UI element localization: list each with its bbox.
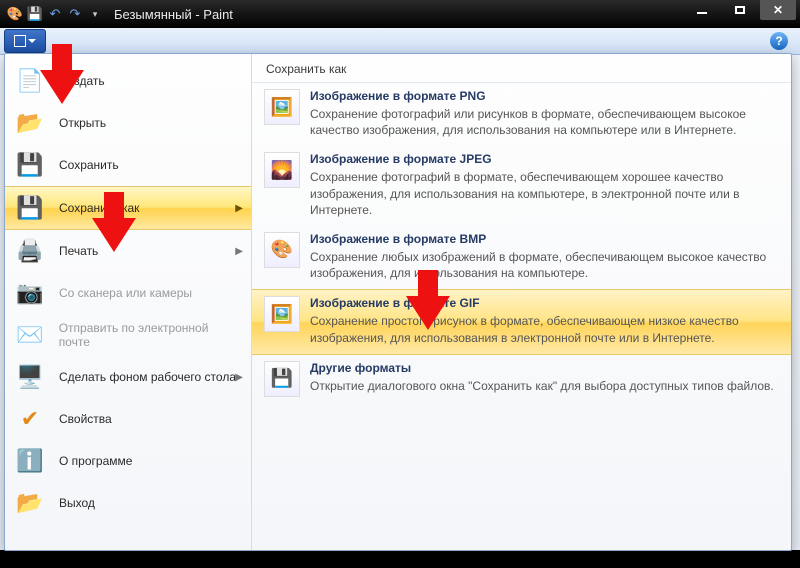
info-icon: ℹ️ xyxy=(15,446,45,476)
format-description: Сохранение фотографий в формате, обеспеч… xyxy=(310,169,779,218)
qat-dropdown-icon[interactable]: ▾ xyxy=(86,5,104,23)
chevron-right-icon: ▶ xyxy=(235,372,243,383)
file-menu-right-column: Сохранить как 🖼️ Изображение в формате P… xyxy=(252,54,791,550)
other-format-icon: 💾 xyxy=(264,361,300,397)
format-title: Изображение в формате PNG xyxy=(310,89,779,103)
format-title: Изображение в формате GIF xyxy=(310,296,779,310)
menu-label: Отправить по электронной почте xyxy=(59,321,241,349)
menu-label: Сделать фоном рабочего стола xyxy=(59,370,236,384)
minimize-button[interactable] xyxy=(684,0,720,20)
format-option-bmp[interactable]: 🎨 Изображение в формате BMP Сохранение л… xyxy=(252,226,791,289)
file-menu-left-column: 📄 Создать 📂 Открыть 💾 Сохранить 💾 Сохран… xyxy=(5,54,252,550)
checkmark-icon: ✔ xyxy=(15,404,45,434)
desktop-bg-icon: 🖥️ xyxy=(15,362,45,392)
maximize-button[interactable] xyxy=(722,0,758,20)
dropdown-arrow-icon xyxy=(28,39,36,43)
menu-item-open[interactable]: 📂 Открыть xyxy=(5,102,251,144)
menu-item-save[interactable]: 💾 Сохранить xyxy=(5,144,251,186)
format-description: Сохранение любых изображений в формате, … xyxy=(310,249,779,281)
bmp-format-icon: 🎨 xyxy=(264,232,300,268)
menu-label: О программе xyxy=(59,454,132,468)
png-format-icon: 🖼️ xyxy=(264,89,300,125)
menu-label: Выход xyxy=(59,496,95,510)
format-option-other[interactable]: 💾 Другие форматы Открытие диалогового ок… xyxy=(252,355,791,405)
undo-icon[interactable]: ↶ xyxy=(46,5,64,23)
format-title: Изображение в формате JPEG xyxy=(310,152,779,166)
paint-app-icon: 🎨 xyxy=(6,5,24,23)
menu-label: Со сканера или камеры xyxy=(59,286,192,300)
file-menu-button[interactable] xyxy=(4,29,46,53)
menu-item-scan: 📷 Со сканера или камеры xyxy=(5,272,251,314)
chevron-right-icon: ▶ xyxy=(235,203,243,214)
help-button[interactable]: ? xyxy=(770,32,788,50)
printer-icon: 🖨️ xyxy=(15,236,45,266)
scanner-icon: 📷 xyxy=(15,278,45,308)
save-as-icon: 💾 xyxy=(15,193,45,223)
menu-item-about[interactable]: ℹ️ О программе xyxy=(5,440,251,482)
menu-label: Открыть xyxy=(59,116,106,130)
format-description: Сохранение простого рисунок в формате, о… xyxy=(310,313,779,345)
save-icon[interactable]: 💾 xyxy=(26,5,44,23)
window-title: Безымянный - Paint xyxy=(114,7,233,22)
window: 🎨 💾 ↶ ↷ ▾ Безымянный - Paint ? 📄 Создать xyxy=(0,0,800,568)
close-button[interactable] xyxy=(760,0,796,20)
jpeg-format-icon: 🌄 xyxy=(264,152,300,188)
menu-label: Сохранить как xyxy=(59,201,139,215)
chevron-right-icon: ▶ xyxy=(235,246,243,257)
exit-icon: 📂 xyxy=(15,488,45,518)
quick-access-toolbar: 🎨 💾 ↶ ↷ ▾ xyxy=(0,5,104,23)
file-icon xyxy=(14,35,26,47)
format-option-png[interactable]: 🖼️ Изображение в формате PNG Сохранение … xyxy=(252,83,791,146)
menu-item-exit[interactable]: 📂 Выход xyxy=(5,482,251,524)
menu-item-properties[interactable]: ✔ Свойства xyxy=(5,398,251,440)
titlebar: 🎨 💾 ↶ ↷ ▾ Безымянный - Paint xyxy=(0,0,800,28)
format-description: Открытие диалогового окна "Сохранить как… xyxy=(310,378,774,394)
menu-item-send-mail: ✉️ Отправить по электронной почте xyxy=(5,314,251,356)
open-folder-icon: 📂 xyxy=(15,108,45,138)
menu-label: Сохранить xyxy=(59,158,119,172)
format-description: Сохранение фотографий или рисунков в фор… xyxy=(310,106,779,138)
format-option-gif[interactable]: 🖼️ Изображение в формате GIF Сохранение … xyxy=(252,289,791,354)
ribbon-bar: ? xyxy=(0,28,800,55)
menu-label: Свойства xyxy=(59,412,112,426)
format-option-jpeg[interactable]: 🌄 Изображение в формате JPEG Сохранение … xyxy=(252,146,791,226)
gif-format-icon: 🖼️ xyxy=(264,296,300,332)
save-disk-icon: 💾 xyxy=(15,150,45,180)
menu-item-set-desktop[interactable]: 🖥️ Сделать фоном рабочего стола ▶ xyxy=(5,356,251,398)
background-bottom xyxy=(0,550,800,568)
redo-icon[interactable]: ↷ xyxy=(66,5,84,23)
save-as-header: Сохранить как xyxy=(252,54,791,83)
mail-icon: ✉️ xyxy=(15,320,45,350)
file-menu-panel: 📄 Создать 📂 Открыть 💾 Сохранить 💾 Сохран… xyxy=(4,53,792,551)
format-title: Изображение в формате BMP xyxy=(310,232,779,246)
format-title: Другие форматы xyxy=(310,361,774,375)
